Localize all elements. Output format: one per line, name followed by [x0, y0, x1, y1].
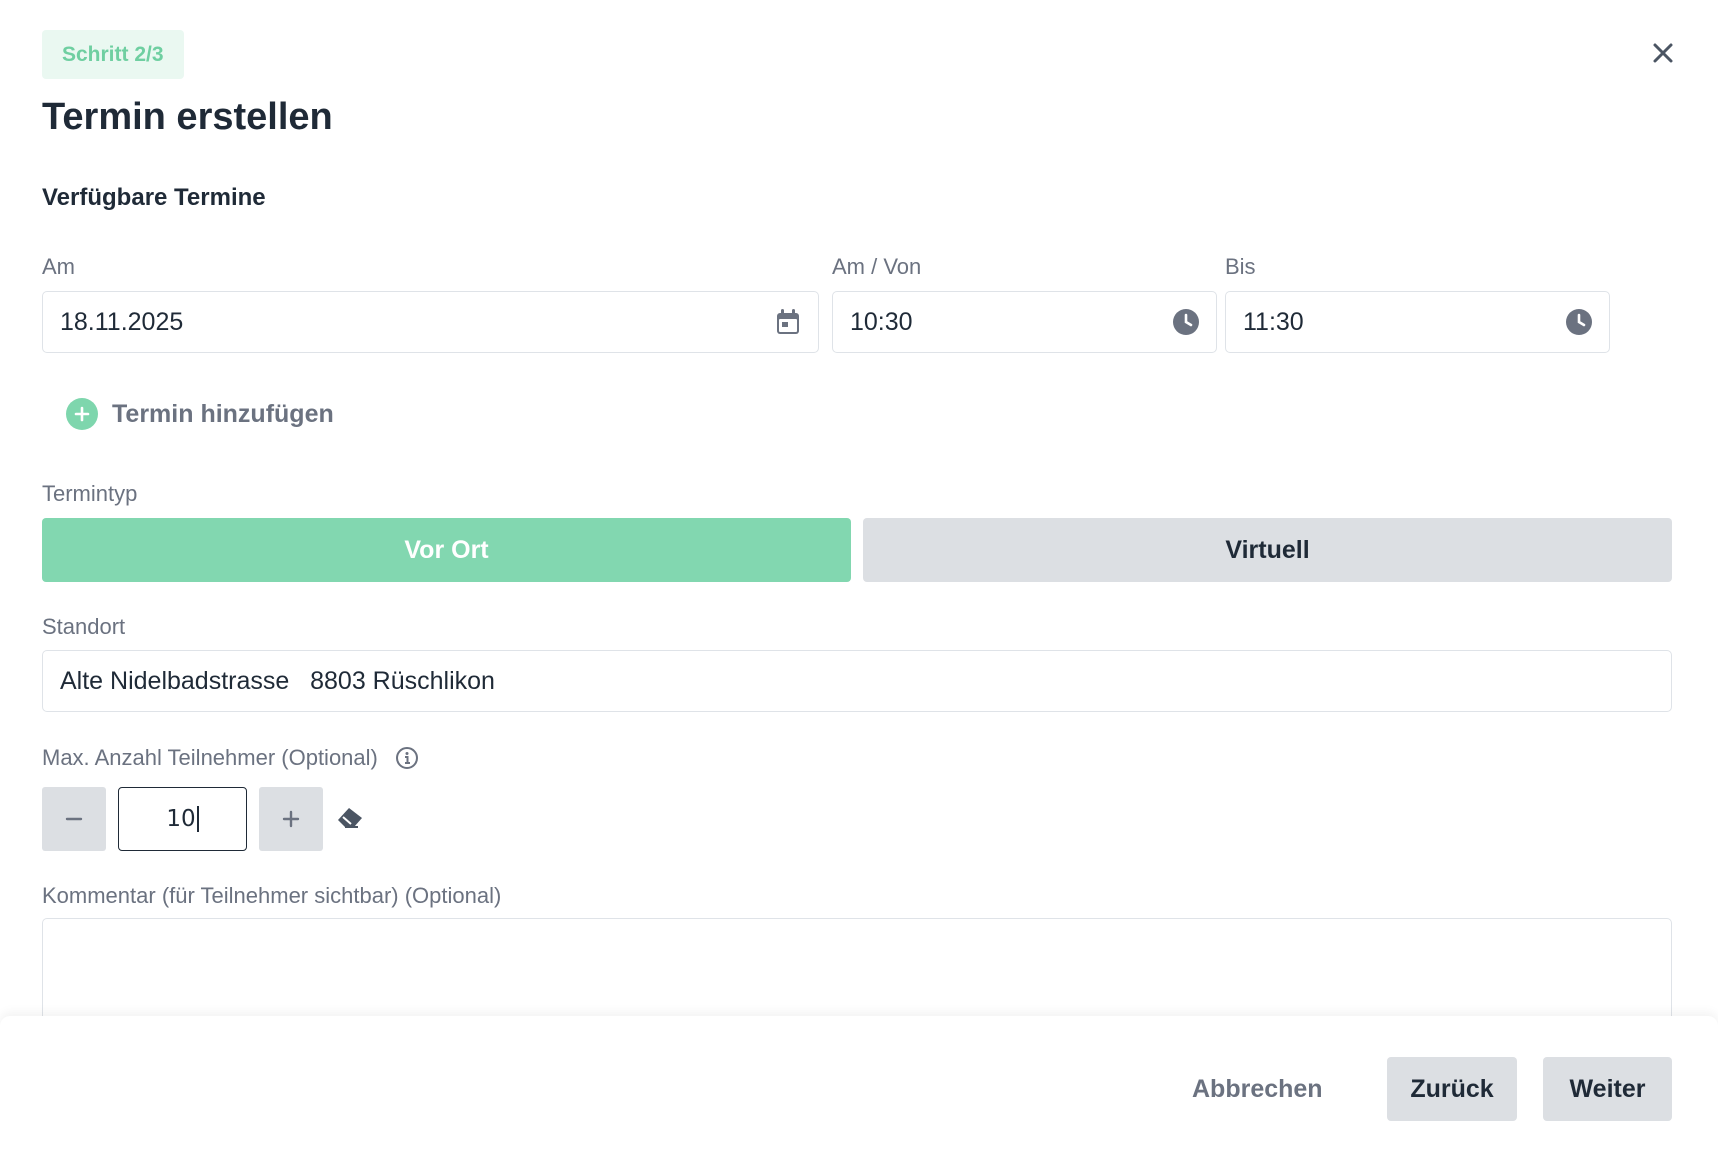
minus-icon: [65, 817, 83, 821]
from-time-value: 10:30: [850, 307, 913, 336]
page-title: Termin erstellen: [42, 96, 333, 138]
date-field[interactable]: 18.11.2025: [42, 291, 819, 353]
next-button[interactable]: Weiter: [1543, 1057, 1672, 1121]
step-badge: Schritt 2/3: [42, 30, 184, 79]
clock-icon[interactable]: [1173, 309, 1199, 335]
close-icon: [1653, 43, 1673, 63]
plus-icon: [282, 810, 300, 828]
participants-value: 10: [166, 806, 196, 832]
to-time-value: 11:30: [1243, 307, 1304, 336]
location-value: Alte Nidelbadstrasse 8803 Rüschlikon: [60, 666, 495, 695]
location-field[interactable]: Alte Nidelbadstrasse 8803 Rüschlikon: [42, 650, 1672, 712]
decrement-button[interactable]: [42, 787, 106, 851]
cancel-button[interactable]: Abbrechen: [1192, 1057, 1323, 1121]
type-label: Termintyp: [42, 481, 138, 506]
date-value: 18.11.2025: [60, 307, 184, 336]
plus-circle-icon: [66, 398, 98, 430]
close-button[interactable]: [1648, 38, 1678, 68]
from-time-label: Am / Von: [832, 254, 922, 279]
eraser-icon[interactable]: [336, 806, 364, 835]
increment-button[interactable]: [259, 787, 323, 851]
back-button[interactable]: Zurück: [1387, 1057, 1517, 1121]
add-appointment-button[interactable]: Termin hinzufügen: [66, 398, 334, 430]
to-time-field[interactable]: 11:30: [1225, 291, 1610, 353]
type-virtual-button[interactable]: Virtuell: [863, 518, 1672, 582]
from-time-field[interactable]: 10:30: [832, 291, 1217, 353]
section-title: Verfügbare Termine: [42, 184, 266, 211]
clock-icon[interactable]: [1566, 309, 1592, 335]
calendar-icon[interactable]: [775, 309, 801, 335]
date-label: Am: [42, 254, 75, 279]
location-label: Standort: [42, 614, 126, 639]
add-appointment-label: Termin hinzufügen: [112, 399, 334, 428]
text-caret: [196, 806, 199, 832]
participants-label: Max. Anzahl Teilnehmer (Optional): [42, 745, 378, 770]
to-time-label: Bis: [1225, 254, 1256, 279]
info-icon[interactable]: [395, 746, 419, 775]
participants-input[interactable]: 10: [118, 787, 247, 851]
comment-label: Kommentar (für Teilnehmer sichtbar) (Opt…: [42, 883, 502, 908]
type-onsite-button[interactable]: Vor Ort: [42, 518, 851, 582]
